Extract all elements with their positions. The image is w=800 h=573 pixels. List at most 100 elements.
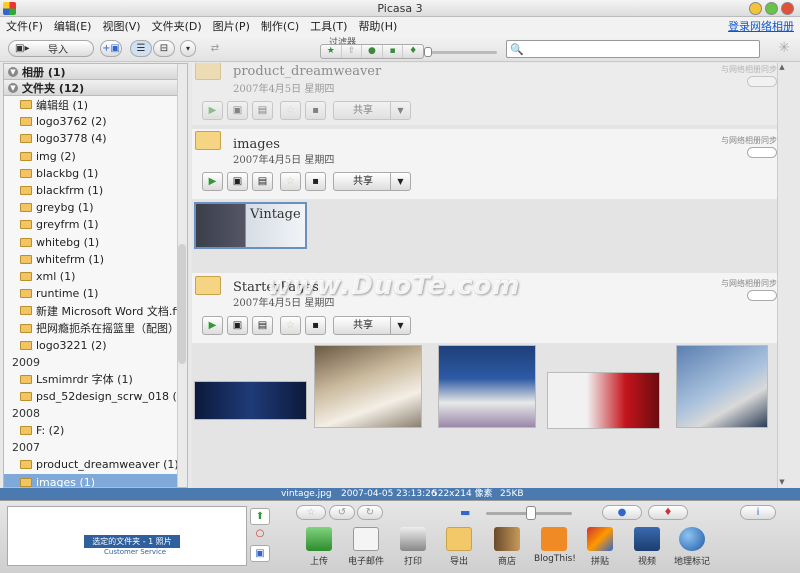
folder-item[interactable]: blackfrm (1) [4,182,187,199]
clear-tray-icon[interactable]: ○ [250,526,270,543]
menu-folder[interactable]: 文件夹(D) [152,18,202,34]
folder-item[interactable]: whitefrm (1) [4,251,187,268]
sync-toggle[interactable] [747,290,777,301]
hold-pin-icon[interactable]: ⬆ [250,508,270,525]
photo-thumbnail-vintage[interactable]: Vintage [194,202,307,249]
upload-button[interactable]: 上传 [299,527,339,567]
person-filter-icon[interactable]: ● [362,45,383,58]
close-button[interactable] [781,2,794,15]
blogthis-button[interactable]: BlogThis! [534,527,576,564]
menu-picture[interactable]: 图片(P) [213,18,250,34]
menu-help[interactable]: 帮助(H) [358,18,397,34]
menu-view[interactable]: 视图(V) [102,18,140,34]
search-input[interactable]: 🔍 [506,40,760,58]
folders-header[interactable]: ▼ 文件夹 (12) [4,80,187,96]
folder-item[interactable]: F: (2) [4,422,187,439]
people-button[interactable]: ● [602,505,642,520]
folder-item[interactable]: Lsmimrdr 字体 (1) [4,371,187,388]
photo-thumbnail[interactable] [676,345,768,428]
maximize-button[interactable] [765,2,778,15]
move-icon[interactable]: ⇄ [205,40,225,57]
folder-item[interactable]: logo3778 (4) [4,130,187,147]
sync-toggle[interactable] [747,76,777,87]
slideshow-button[interactable]: ▶ [202,316,223,335]
filter-slider-track[interactable] [427,51,497,54]
share-button[interactable]: 共享 ▼ [333,316,411,335]
minimize-button[interactable] [749,2,762,15]
slideshow-button[interactable]: ▶ [202,172,223,191]
star-icon[interactable]: ☆ [280,101,301,120]
view-options-dropdown[interactable]: ▾ [180,40,196,57]
thumbnail-size-knob[interactable] [526,506,536,520]
add-to-album-icon[interactable]: ▣ [250,545,270,562]
print-button[interactable]: 打印 [393,527,433,567]
photo-thumbnail[interactable] [194,381,307,420]
star-icon[interactable]: ☆ [280,172,301,191]
save-icon[interactable]: ▪ [305,172,326,191]
folder-item[interactable]: images (1) [4,473,187,487]
info-button[interactable]: i [740,505,776,520]
star-filter-icon[interactable]: ★ [321,45,342,58]
star-icon[interactable]: ☆ [280,316,301,335]
folder-item[interactable]: img (2) [4,148,187,165]
folder-item[interactable]: greyfrm (1) [4,216,187,233]
tree-view-button[interactable]: ⊟ [153,40,175,57]
folder-item[interactable]: product_dreamweaver (1) [4,456,187,473]
menu-create[interactable]: 制作(C) [261,18,299,34]
menu-tools[interactable]: 工具(T) [310,18,347,34]
sync-toggle[interactable] [747,147,777,158]
folder-item[interactable]: 编辑组 (1) [4,96,187,113]
places-button[interactable]: ♦ [648,505,688,520]
folder-item[interactable]: runtime (1) [4,285,187,302]
rotate-star-button[interactable]: ☆ [296,505,326,520]
geotag-button[interactable]: 地理标记 [672,527,712,567]
library-scrollbar[interactable]: ▲ ▼ [777,63,787,488]
edit-button[interactable]: ▣ [227,101,248,120]
login-web-albums-link[interactable]: 登录网络相册 [728,18,794,34]
share-button[interactable]: 共享 ▼ [333,172,411,191]
photo-thumbnail[interactable] [547,372,660,429]
menu-edit[interactable]: 编辑(E) [54,18,92,34]
save-icon[interactable]: ▪ [305,316,326,335]
photo-thumbnail[interactable] [314,345,422,428]
movie-button[interactable]: ▤ [252,172,273,191]
folder-item[interactable]: logo3762 (2) [4,113,187,130]
menu-file[interactable]: 文件(F) [6,18,43,34]
folder-item[interactable]: greybg (1) [4,199,187,216]
folder-item[interactable]: blackbg (1) [4,165,187,182]
slideshow-button[interactable]: ▶ [202,101,223,120]
selection-tray[interactable]: 选定的文件夹 - 1 照片 Customer Service [7,506,247,566]
edit-button[interactable]: ▣ [227,316,248,335]
photo-thumbnail[interactable] [438,345,536,428]
album-images[interactable]: images 2007年4月5日 星期四 与网络相册同步 ▶ ▣ ▤ ☆ ▪ 共… [192,129,787,199]
rotate-right-button[interactable]: ↻ [357,505,383,520]
folder-item[interactable]: whitebg (1) [4,234,187,251]
collage-button[interactable]: 拼贴 [580,527,620,567]
folder-item[interactable]: logo3221 (2) [4,337,187,354]
add-to-album-button[interactable]: +▣ [100,40,122,57]
filter-slider-knob[interactable] [424,47,432,57]
sidebar-scrollbar[interactable] [177,64,187,487]
shop-button[interactable]: 商店 [487,527,527,567]
list-view-button[interactable]: ☰ [130,40,152,57]
export-button[interactable]: 导出 [439,527,479,567]
share-button[interactable]: 共享 ▼ [333,101,411,120]
import-button[interactable]: ▣▸ 导入 [8,40,94,57]
folder-item[interactable]: 把网瘾扼杀在摇篮里（配图）... [4,319,187,336]
movie-button[interactable]: ▤ [252,316,273,335]
rotate-left-button[interactable]: ↺ [329,505,355,520]
movie-button[interactable]: 视频 [627,527,667,567]
sidebar-scrollbar-thumb[interactable] [178,244,186,364]
video-filter-icon[interactable]: ▪ [383,45,404,58]
edit-button[interactable]: ▣ [227,172,248,191]
scroll-up-icon[interactable]: ▲ [777,63,787,73]
albums-header[interactable]: ▼ 相册 (1) [4,64,187,80]
save-icon[interactable]: ▪ [305,101,326,120]
folder-item[interactable]: xml (1) [4,268,187,285]
folder-item[interactable]: psd_52design_scrw_018 (1) [4,388,187,405]
folder-item[interactable]: 新建 Microsoft Word 文档.files... [4,302,187,319]
scroll-down-icon[interactable]: ▼ [777,478,787,488]
geotag-filter-icon[interactable]: ♦ [403,45,423,58]
email-button[interactable]: 电子邮件 [346,527,386,567]
album-product-dreamweaver[interactable]: product_dreamweaver 2007年4月5日 星期四 与网络相册同… [192,63,787,125]
